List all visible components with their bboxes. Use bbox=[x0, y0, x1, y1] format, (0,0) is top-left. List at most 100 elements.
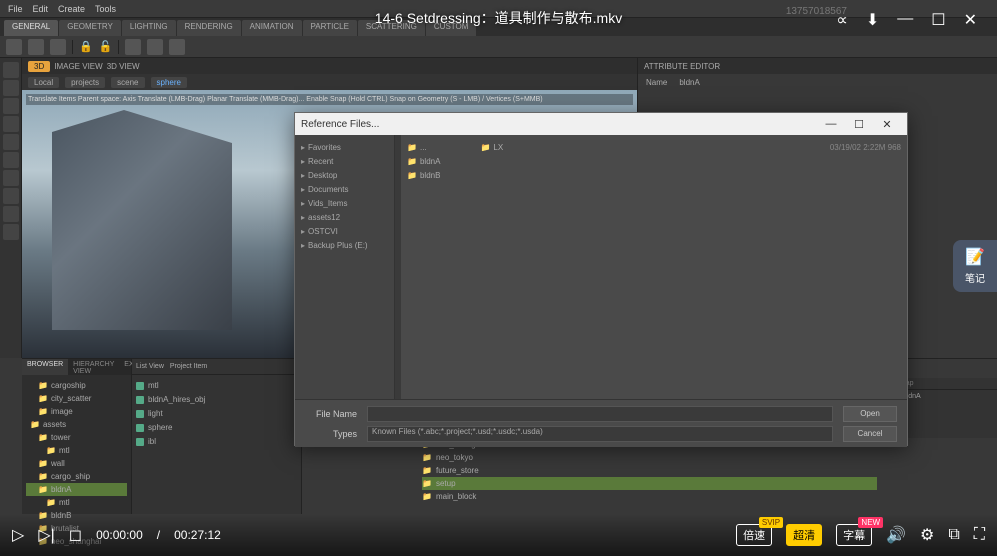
browser-item[interactable]: mtl bbox=[136, 379, 297, 393]
notes-label: 笔记 bbox=[965, 270, 985, 285]
play-icon[interactable]: ▷ bbox=[12, 525, 24, 545]
tab-lighting[interactable]: LIGHTING bbox=[122, 20, 176, 36]
folder-item[interactable]: 📁image bbox=[26, 405, 127, 418]
share-icon[interactable]: ∝ bbox=[836, 10, 847, 30]
download-icon[interactable]: ⬇ bbox=[866, 10, 879, 30]
crumb[interactable]: sphere bbox=[151, 77, 187, 88]
browser-tab[interactable]: HIERARCHY VIEW bbox=[68, 359, 119, 375]
close-icon[interactable]: ✕ bbox=[964, 10, 977, 30]
maximize-icon[interactable]: ☐ bbox=[845, 118, 873, 131]
tool-icon[interactable] bbox=[3, 188, 19, 204]
open-button[interactable]: Open bbox=[843, 406, 897, 422]
close-icon[interactable]: ✕ bbox=[873, 118, 901, 131]
next-icon[interactable]: ▷| bbox=[38, 525, 54, 545]
browser-tab[interactable]: BROWSER bbox=[22, 359, 68, 375]
scale-tool-icon[interactable] bbox=[3, 116, 19, 132]
sidebar-location[interactable]: ▸Vids_Items bbox=[301, 197, 388, 211]
sidebar-location[interactable]: ▸assets12 bbox=[301, 211, 388, 225]
folder-item[interactable]: 📁neo_tokyo bbox=[422, 451, 877, 464]
quality-button[interactable]: 超清 bbox=[786, 524, 822, 546]
file-list[interactable]: 📁... 📁bldnA 📁bldnB 📁LX 03/19/02 2:22M 96… bbox=[401, 135, 907, 399]
notes-button[interactable]: 📝 笔记 bbox=[953, 240, 997, 292]
name-label: Name bbox=[646, 78, 667, 87]
tool-icon[interactable] bbox=[3, 206, 19, 222]
menu-item[interactable]: Create bbox=[58, 4, 85, 14]
tool-icon[interactable] bbox=[125, 39, 141, 55]
folder-item[interactable]: 📁mtl bbox=[26, 496, 127, 509]
vp-tab[interactable]: 3D VIEW bbox=[107, 62, 140, 71]
file-item[interactable]: 📁bldnA bbox=[407, 155, 440, 169]
types-select[interactable]: Known Files (*.abc;*.project;*.usd;*.usd… bbox=[367, 426, 833, 442]
select-tool-icon[interactable] bbox=[3, 62, 19, 78]
tab-rendering[interactable]: RENDERING bbox=[177, 20, 241, 36]
sidebar-location[interactable]: ▸Favorites bbox=[301, 141, 388, 155]
video-top-controls: ∝ ⬇ — ☐ ✕ bbox=[836, 10, 977, 30]
tab-general[interactable]: GENERAL bbox=[4, 20, 58, 36]
folder-item[interactable]: 📁wall bbox=[26, 457, 127, 470]
svip-tag: SVIP bbox=[759, 517, 783, 528]
tool-icon[interactable] bbox=[3, 170, 19, 186]
folder-item[interactable]: 📁bldnA bbox=[26, 483, 127, 496]
browser-item[interactable]: ibl bbox=[136, 435, 297, 449]
folder-item[interactable]: 📁cargoship bbox=[26, 379, 127, 392]
vp-tab[interactable]: IMAGE VIEW bbox=[54, 62, 102, 71]
sidebar-location[interactable]: ▸Backup Plus (E:) bbox=[301, 239, 388, 253]
pip-icon[interactable]: ⧉ bbox=[948, 526, 959, 544]
menu-item[interactable]: Edit bbox=[33, 4, 49, 14]
folder-item[interactable]: 📁tower bbox=[26, 431, 127, 444]
move-tool-icon[interactable] bbox=[3, 80, 19, 96]
rotate-tool-icon[interactable] bbox=[3, 98, 19, 114]
file-item[interactable]: 📁bldnB bbox=[407, 169, 440, 183]
settings-icon[interactable]: ⚙ bbox=[920, 525, 934, 545]
maximize-icon[interactable]: ☐ bbox=[931, 10, 945, 30]
speed-button[interactable]: 倍速 SVIP bbox=[736, 524, 772, 546]
folder-item[interactable]: 📁city_scatter bbox=[26, 392, 127, 405]
viewport-toolbar: Local projects scene sphere bbox=[22, 74, 637, 90]
panel-title: ATTRIBUTE EDITOR bbox=[644, 62, 720, 71]
tool-icon[interactable] bbox=[50, 39, 66, 55]
minimize-icon[interactable]: — bbox=[817, 118, 845, 130]
folder-item[interactable]: 📁assets bbox=[26, 418, 127, 431]
sidebar-location[interactable]: ▸Desktop bbox=[301, 169, 388, 183]
folder-item[interactable]: 📁cargo_ship bbox=[26, 470, 127, 483]
fullscreen-icon[interactable]: ⛶ bbox=[974, 526, 985, 544]
stop-icon[interactable]: ◻ bbox=[69, 525, 82, 545]
unlock-icon[interactable]: 🔓 bbox=[99, 40, 113, 53]
tab-geometry[interactable]: GEOMETRY bbox=[59, 20, 121, 36]
tab-particle[interactable]: PARTICLE bbox=[303, 20, 357, 36]
volume-icon[interactable]: 🔊 bbox=[886, 525, 906, 545]
folder-item[interactable]: 📁main_block bbox=[422, 490, 877, 503]
file-item[interactable]: 📁... bbox=[407, 141, 440, 155]
folder-item[interactable]: 📁setup bbox=[422, 477, 877, 490]
dialog-titlebar[interactable]: Reference Files... — ☐ ✕ bbox=[295, 113, 907, 135]
sidebar-location[interactable]: ▸Documents bbox=[301, 183, 388, 197]
minimize-icon[interactable]: — bbox=[897, 10, 913, 30]
browser-item[interactable]: bldnA_hires_obj bbox=[136, 393, 297, 407]
filename-input[interactable] bbox=[367, 406, 833, 422]
tool-icon[interactable] bbox=[147, 39, 163, 55]
menu-item[interactable]: Tools bbox=[95, 4, 116, 14]
lock-icon[interactable]: 🔒 bbox=[79, 40, 93, 53]
tool-icon[interactable] bbox=[6, 39, 22, 55]
tool-icon[interactable] bbox=[28, 39, 44, 55]
browser-item[interactable]: sphere bbox=[136, 421, 297, 435]
file-item[interactable]: 📁LX bbox=[480, 141, 503, 155]
sidebar-location[interactable]: ▸OSTCVI bbox=[301, 225, 388, 239]
crumb[interactable]: scene bbox=[111, 77, 144, 88]
view-mode[interactable]: List View bbox=[136, 363, 164, 370]
subtitle-button[interactable]: 字幕 NEW bbox=[836, 524, 872, 546]
sidebar-location[interactable]: ▸Recent bbox=[301, 155, 388, 169]
folder-item[interactable]: 📁future_store bbox=[422, 464, 877, 477]
tab-animation[interactable]: ANIMATION bbox=[242, 20, 302, 36]
cancel-button[interactable]: Cancel bbox=[843, 426, 897, 442]
crumb[interactable]: projects bbox=[65, 77, 105, 88]
browser-item[interactable]: light bbox=[136, 407, 297, 421]
tool-icon[interactable] bbox=[169, 39, 185, 55]
tool-icon[interactable] bbox=[3, 134, 19, 150]
tool-icon[interactable] bbox=[3, 224, 19, 240]
tool-icon[interactable] bbox=[3, 152, 19, 168]
menu-item[interactable]: File bbox=[8, 4, 23, 14]
folder-item[interactable]: 📁mtl bbox=[26, 444, 127, 457]
vp-tab-3d[interactable]: 3D bbox=[28, 61, 50, 72]
crumb[interactable]: Local bbox=[28, 77, 59, 88]
